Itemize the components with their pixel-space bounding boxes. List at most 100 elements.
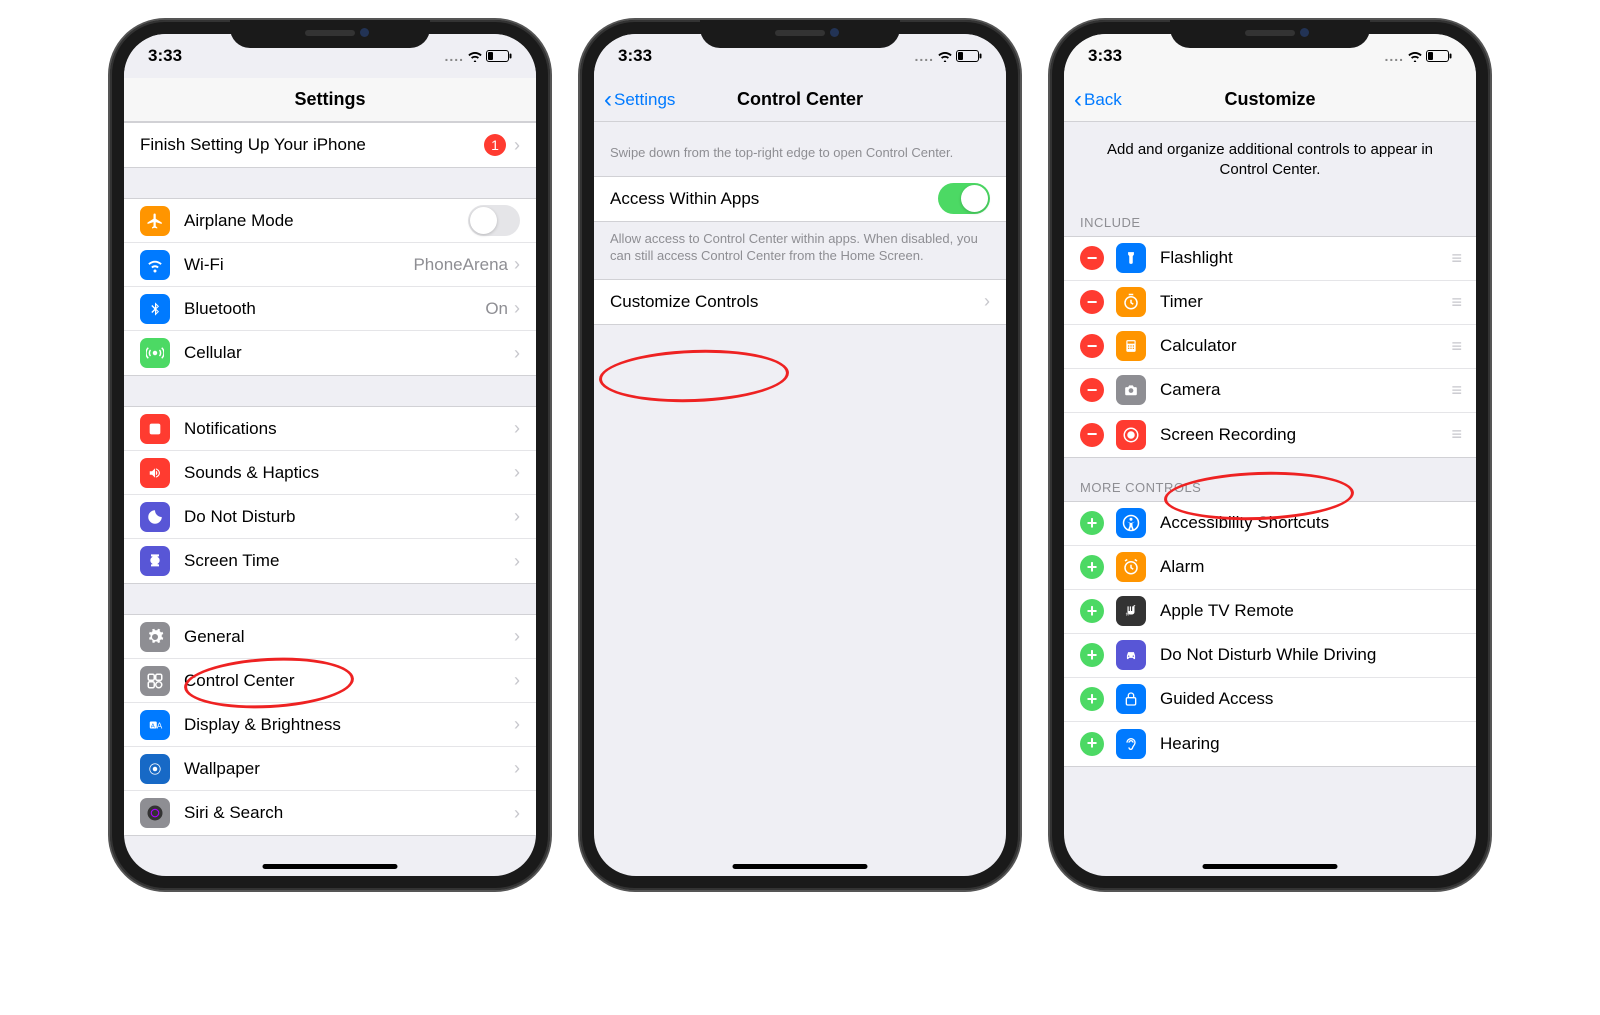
content[interactable]: Add and organize additional controls to … <box>1064 122 1476 876</box>
access-group: Access Within Apps <box>594 176 1006 222</box>
control-flashlight[interactable]: − Flashlight≡ <box>1064 237 1476 281</box>
phone-customize: 3:33 .... ‹ Back Customize Add and organ… <box>1050 20 1490 890</box>
cell-wi-fi[interactable]: Wi-FiPhoneArena› <box>124 243 536 287</box>
cell-notifications[interactable]: Notifications› <box>124 407 536 451</box>
status-right: .... <box>1384 48 1452 64</box>
cell-control-center[interactable]: Control Center› <box>124 659 536 703</box>
cell-display-brightness[interactable]: AADisplay & Brightness› <box>124 703 536 747</box>
control-do-not-disturb-while-driving[interactable]: +Do Not Disturb While Driving <box>1064 634 1476 678</box>
general-label: General <box>184 627 514 647</box>
reorder-handle-icon[interactable]: ≡ <box>1451 336 1460 357</box>
cell-do-not-disturb[interactable]: Do Not Disturb› <box>124 495 536 539</box>
notifications-label: Notifications <box>184 419 514 439</box>
battery-icon <box>1426 50 1452 62</box>
control-guided-access[interactable]: +Guided Access <box>1064 678 1476 722</box>
home-indicator[interactable] <box>733 864 868 869</box>
content[interactable]: Finish Setting Up Your iPhone 1 › Airpla… <box>124 122 536 876</box>
cell-wallpaper[interactable]: Wallpaper› <box>124 747 536 791</box>
access-toggle[interactable] <box>938 183 990 214</box>
control-camera[interactable]: −Camera≡ <box>1064 369 1476 413</box>
control-alarm[interactable]: +Alarm <box>1064 546 1476 590</box>
screen-time-label: Screen Time <box>184 551 514 571</box>
siri-search-icon <box>140 798 170 828</box>
reorder-handle-icon[interactable]: ≡ <box>1451 248 1460 269</box>
wallpaper-label: Wallpaper <box>184 759 514 779</box>
chevron-left-icon: ‹ <box>1074 86 1082 114</box>
remove-button[interactable]: − <box>1080 246 1104 270</box>
cell-siri-search[interactable]: Siri & Search› <box>124 791 536 835</box>
include-header: INCLUDE <box>1064 201 1476 236</box>
cell-sounds-haptics[interactable]: Sounds & Haptics› <box>124 451 536 495</box>
access-within-apps-cell[interactable]: Access Within Apps <box>594 177 1006 221</box>
control-screen-recording[interactable]: −Screen Recording≡ <box>1064 413 1476 457</box>
accessibility-shortcuts-icon <box>1116 508 1146 538</box>
back-button[interactable]: ‹ Back <box>1074 86 1122 114</box>
reorder-handle-icon[interactable]: ≡ <box>1451 424 1460 445</box>
wi-fi-icon <box>140 250 170 280</box>
chevron-right-icon: › <box>514 551 520 572</box>
connectivity-group: Airplane ModeWi-FiPhoneArena›BluetoothOn… <box>124 198 536 376</box>
home-indicator[interactable] <box>263 864 398 869</box>
cell-cellular[interactable]: Cellular› <box>124 331 536 375</box>
notch <box>700 20 900 48</box>
chevron-right-icon: › <box>514 418 520 439</box>
spacer <box>124 376 536 406</box>
home-indicator[interactable] <box>1203 864 1338 869</box>
control-timer[interactable]: −Timer≡ <box>1064 281 1476 325</box>
bluetooth-label: Bluetooth <box>184 299 485 319</box>
reorder-handle-icon[interactable]: ≡ <box>1451 380 1460 401</box>
do-not-disturb-icon <box>140 502 170 532</box>
add-button[interactable]: + <box>1080 599 1104 623</box>
wifi-icon <box>467 50 483 62</box>
phone-settings: 3:33 .... Settings Finish Setting Up You… <box>110 20 550 890</box>
apple-tv-remote-label: Apple TV Remote <box>1160 601 1460 621</box>
wi-fi-value: PhoneArena <box>413 255 508 275</box>
flashlight-label: Flashlight <box>1160 248 1451 268</box>
do-not-disturb-label: Do Not Disturb <box>184 507 514 527</box>
setup-label: Finish Setting Up Your iPhone <box>140 135 484 155</box>
flashlight-icon <box>1116 243 1146 273</box>
setup-cell[interactable]: Finish Setting Up Your iPhone 1 › <box>124 123 536 167</box>
apple-tv-remote-icon: tv <box>1116 596 1146 626</box>
reorder-handle-icon[interactable]: ≡ <box>1451 292 1460 313</box>
chevron-right-icon: › <box>514 135 520 156</box>
cell-bluetooth[interactable]: BluetoothOn› <box>124 287 536 331</box>
remove-button[interactable]: − <box>1080 378 1104 402</box>
control-hearing[interactable]: +Hearing <box>1064 722 1476 766</box>
add-button[interactable]: + <box>1080 687 1104 711</box>
customize-group: Customize Controls › <box>594 279 1006 325</box>
chevron-left-icon: ‹ <box>604 86 612 114</box>
notifications-icon <box>140 414 170 444</box>
content[interactable]: Swipe down from the top-right edge to op… <box>594 122 1006 876</box>
airplane-mode-toggle[interactable] <box>468 205 520 236</box>
add-button[interactable]: + <box>1080 643 1104 667</box>
control-calculator[interactable]: −Calculator≡ <box>1064 325 1476 369</box>
control-center-label: Control Center <box>184 671 514 691</box>
signal-dots-icon: .... <box>914 48 934 64</box>
add-button[interactable]: + <box>1080 732 1104 756</box>
battery-icon <box>486 50 512 62</box>
remove-button[interactable]: − <box>1080 290 1104 314</box>
cell-general[interactable]: General› <box>124 615 536 659</box>
back-button[interactable]: ‹ Settings <box>604 86 675 114</box>
add-button[interactable]: + <box>1080 555 1104 579</box>
back-label: Back <box>1084 90 1122 110</box>
cell-screen-time[interactable]: Screen Time› <box>124 539 536 583</box>
customize-desc: Add and organize additional controls to … <box>1064 122 1476 201</box>
add-button[interactable]: + <box>1080 511 1104 535</box>
camera-icon <box>1116 375 1146 405</box>
status-right: .... <box>914 48 982 64</box>
cell-airplane-mode[interactable]: Airplane Mode <box>124 199 536 243</box>
nav-title: Customize <box>1224 89 1315 110</box>
wallpaper-icon <box>140 754 170 784</box>
control-apple-tv-remote[interactable]: + tv Apple TV Remote <box>1064 590 1476 634</box>
remove-button[interactable]: − <box>1080 334 1104 358</box>
control-accessibility-shortcuts[interactable]: +Accessibility Shortcuts <box>1064 502 1476 546</box>
remove-button[interactable]: − <box>1080 423 1104 447</box>
do-not-disturb-while-driving-icon <box>1116 640 1146 670</box>
status-time: 3:33 <box>618 46 652 66</box>
screen-time-icon <box>140 546 170 576</box>
bluetooth-value: On <box>485 299 508 319</box>
svg-text:A: A <box>151 723 155 729</box>
customize-controls-cell[interactable]: Customize Controls › <box>594 280 1006 324</box>
